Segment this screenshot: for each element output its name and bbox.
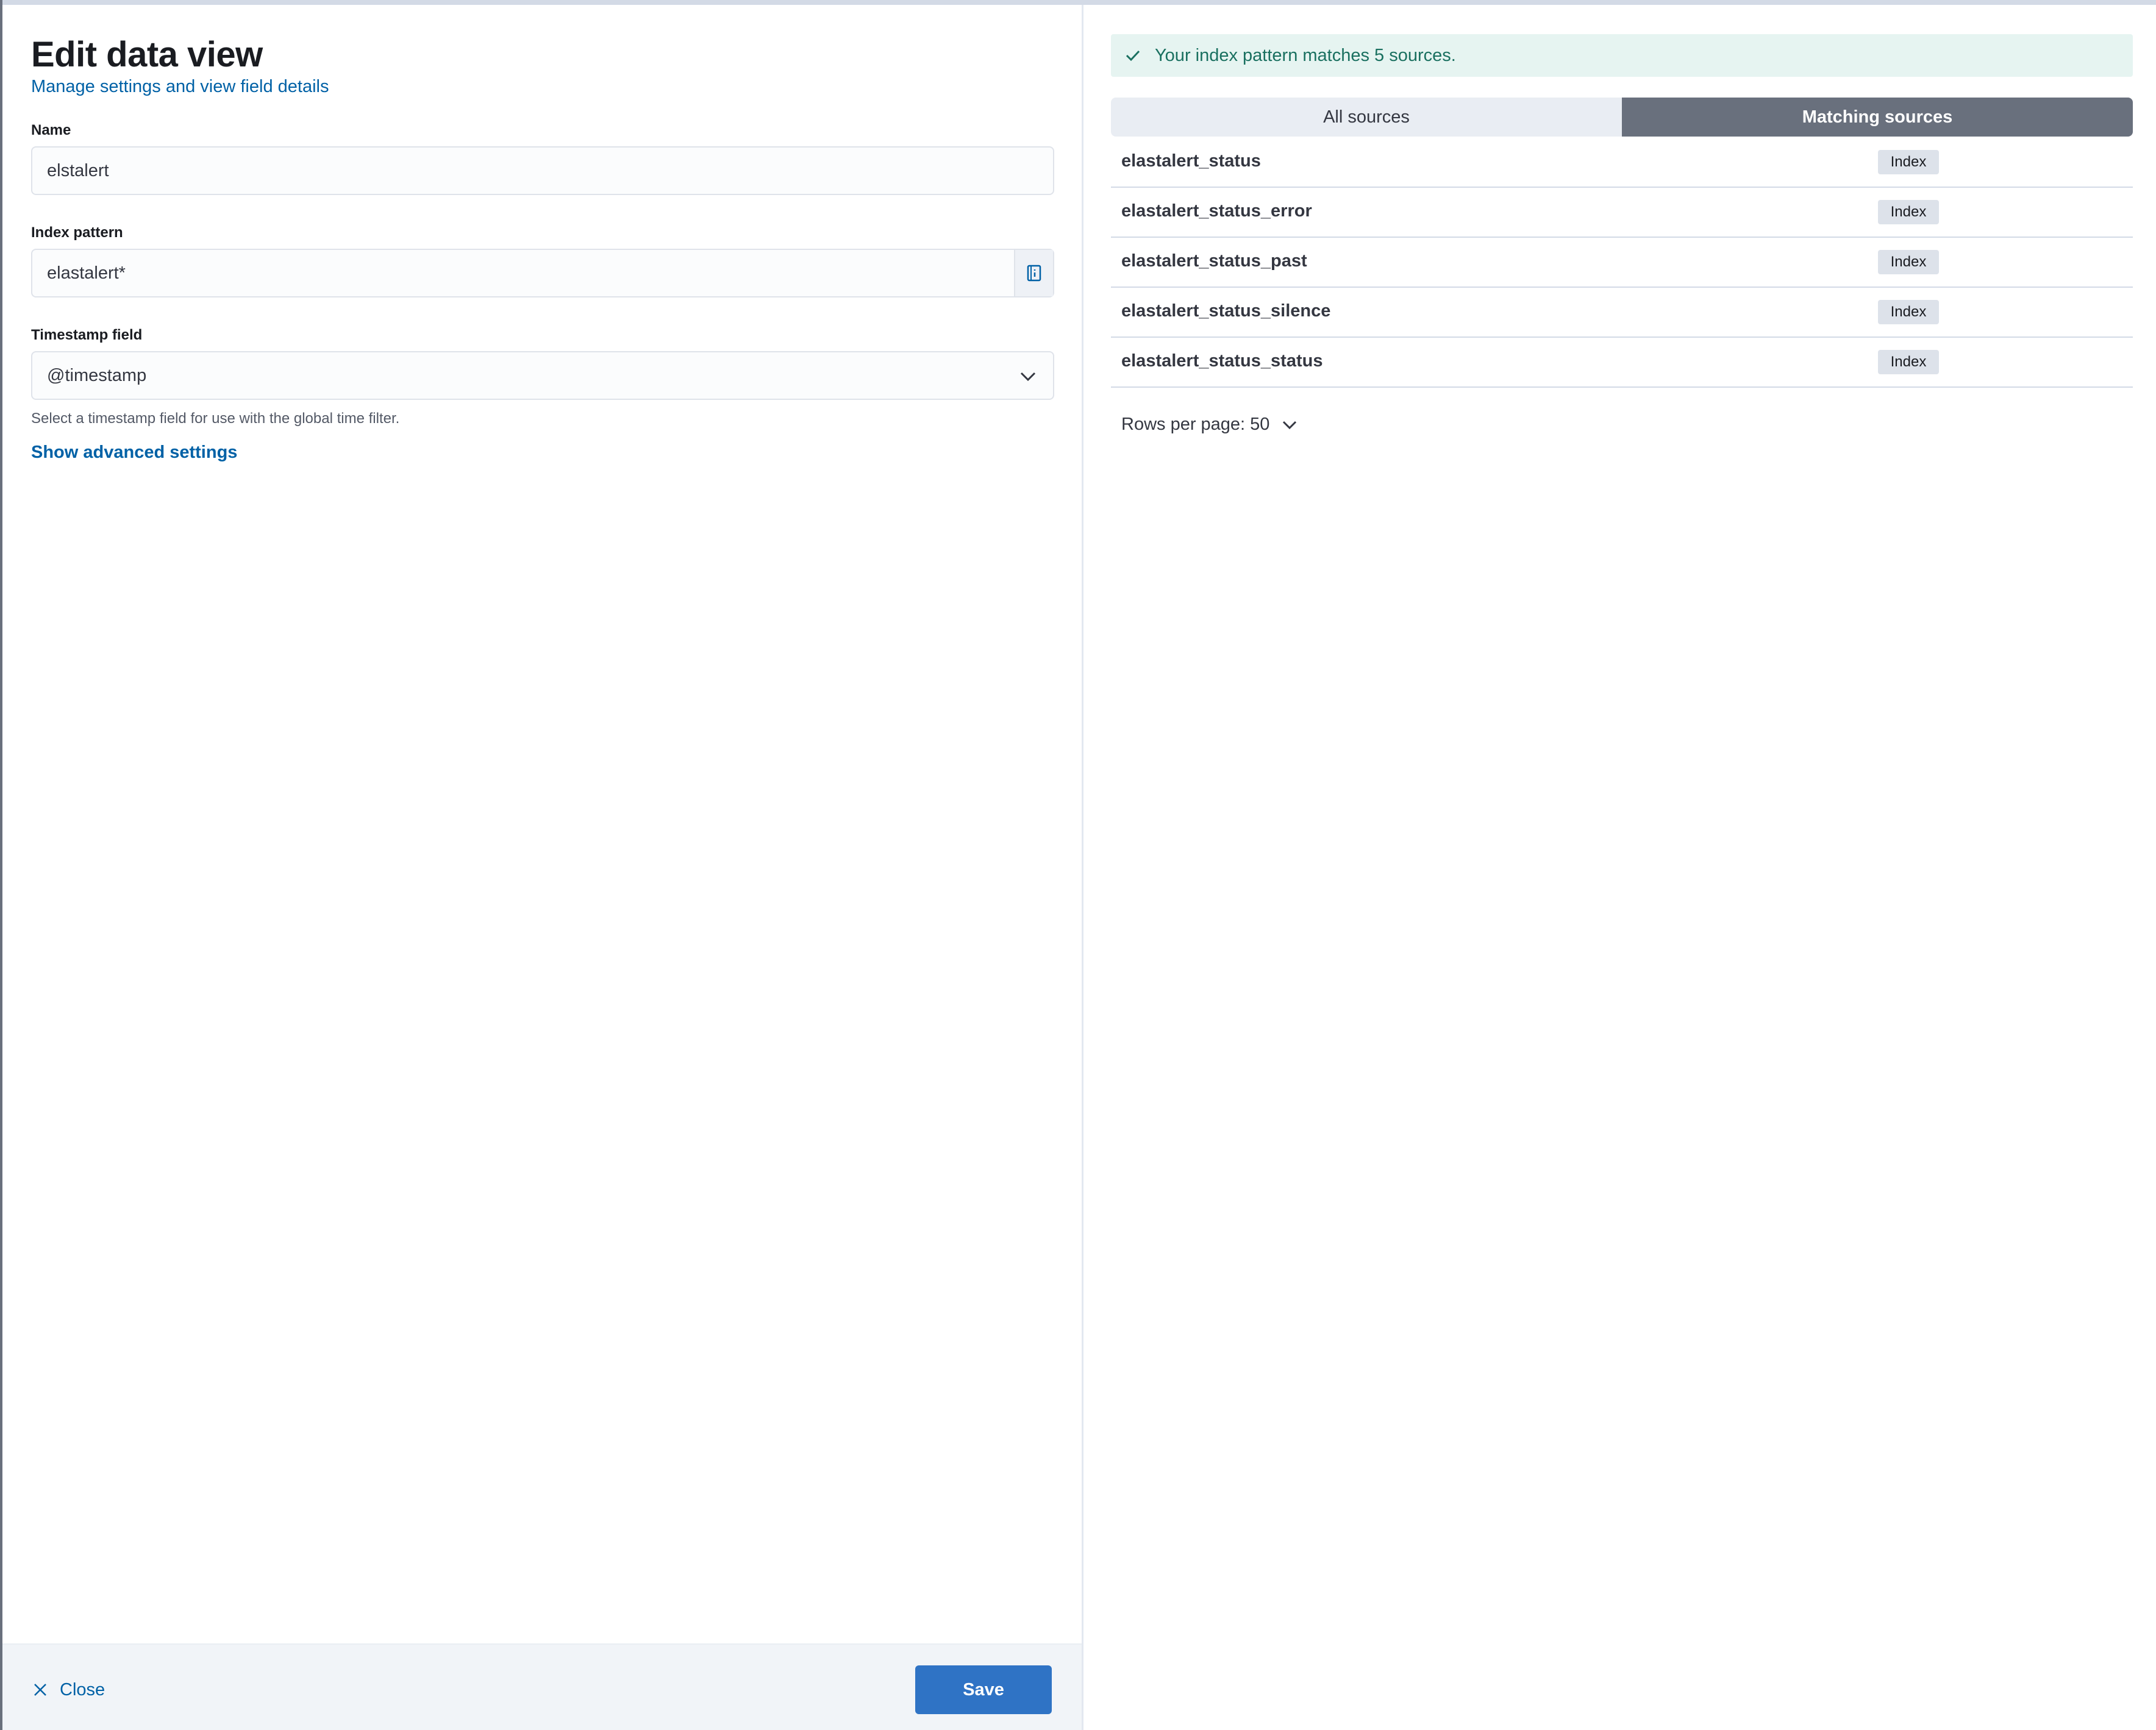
manage-settings-link[interactable]: Manage settings and view field details	[31, 77, 329, 97]
callout-text: Your index pattern matches 5 sources.	[1155, 45, 1456, 65]
top-border	[0, 0, 2156, 5]
timestamp-select[interactable]: @timestamp	[31, 351, 1054, 400]
index-badge: Index	[1878, 300, 1939, 324]
tab-all-sources[interactable]: All sources	[1111, 98, 1622, 137]
edit-data-view-flyout: Edit data view Manage settings and view …	[0, 0, 2156, 1730]
index-badge: Index	[1878, 350, 1939, 374]
table-row: elastalert_status_error Index	[1111, 188, 2133, 238]
name-input[interactable]: elstalert	[31, 146, 1054, 195]
table-row: elastalert_status_silence Index	[1111, 288, 2133, 338]
index-pattern-label: Index pattern	[31, 224, 123, 241]
timestamp-label: Timestamp field	[31, 327, 143, 343]
info-book-icon	[1027, 265, 1041, 282]
index-pattern-value: elastalert*	[47, 263, 126, 283]
index-badge: Index	[1878, 250, 1939, 274]
source-name: elastalert_status_silence	[1121, 301, 1331, 321]
index-pattern-help-button[interactable]	[1014, 250, 1053, 296]
check-icon	[1126, 50, 1140, 62]
table-row: elastalert_status Index	[1111, 138, 2133, 188]
sources-tab-group: All sources Matching sources	[1111, 98, 2133, 137]
tab-matching-sources[interactable]: Matching sources	[1622, 98, 2133, 137]
source-name: elastalert_status_past	[1121, 251, 1307, 271]
close-button[interactable]: Close	[33, 1676, 105, 1703]
table-row: elastalert_status_status Index	[1111, 338, 2133, 388]
source-name: elastalert_status_error	[1121, 201, 1312, 221]
chevron-down-icon	[1020, 372, 1036, 382]
table-row: elastalert_status_past Index	[1111, 238, 2133, 288]
name-label: Name	[31, 122, 71, 138]
rows-per-page-label: Rows per page: 50	[1121, 415, 1270, 434]
show-advanced-settings-link[interactable]: Show advanced settings	[31, 443, 237, 463]
rows-per-page-button[interactable]: Rows per page: 50	[1121, 415, 1298, 435]
timestamp-helper-text: Select a timestamp field for use with th…	[31, 410, 400, 427]
source-name: elastalert_status_status	[1121, 351, 1323, 371]
flyout-footer: Close Save	[2, 1643, 1082, 1730]
panel-divider	[1082, 5, 1083, 1730]
source-name: elastalert_status	[1121, 151, 1261, 171]
close-label: Close	[60, 1679, 105, 1700]
save-button[interactable]: Save	[915, 1665, 1052, 1714]
form-panel: Edit data view Manage settings and view …	[2, 5, 1082, 1730]
sources-table: elastalert_status Index elastalert_statu…	[1111, 138, 2133, 388]
close-icon	[34, 1684, 46, 1696]
index-pattern-field[interactable]: elastalert*	[31, 249, 1054, 297]
chevron-down-icon	[1283, 421, 1297, 429]
index-badge: Index	[1878, 200, 1939, 224]
page-title: Edit data view	[31, 35, 263, 74]
match-callout: Your index pattern matches 5 sources.	[1111, 34, 2133, 77]
timestamp-value: @timestamp	[47, 366, 147, 385]
index-badge: Index	[1878, 150, 1939, 174]
